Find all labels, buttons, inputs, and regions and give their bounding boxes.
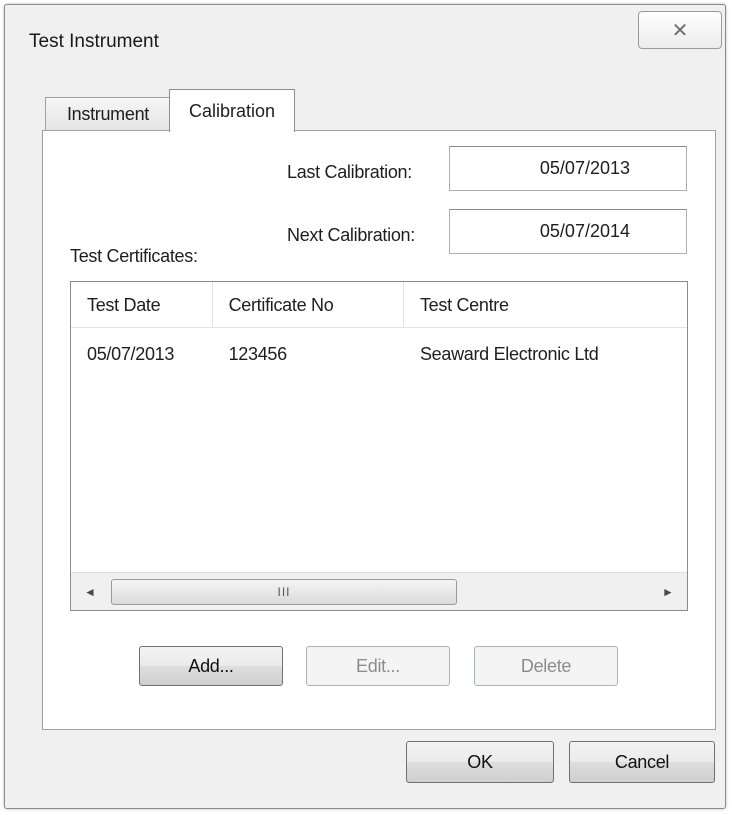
tab-calibration-label: Calibration xyxy=(188,100,276,121)
cell-certificate-no: 123456 xyxy=(228,343,288,364)
last-calibration-field[interactable]: 05/07/2013 xyxy=(449,146,687,191)
close-icon: ✕ xyxy=(671,19,689,42)
list-header: Test Date Certificate No Test Centre xyxy=(71,282,687,328)
last-calibration-label: Last Calibration: xyxy=(287,162,412,182)
delete-button[interactable]: Delete xyxy=(474,646,618,686)
scroll-left-icon: ◄ xyxy=(84,585,96,599)
horizontal-scrollbar[interactable]: ◄ III ► xyxy=(71,572,687,610)
grip-icon: III xyxy=(277,585,291,599)
scroll-thumb[interactable]: III xyxy=(111,579,457,605)
cancel-button[interactable]: Cancel xyxy=(569,741,715,783)
column-header-test-centre[interactable]: Test Centre xyxy=(404,282,687,328)
tab-instrument-label: Instrument xyxy=(66,104,150,124)
scroll-right-button[interactable]: ► xyxy=(649,573,687,610)
ok-button[interactable]: OK xyxy=(406,741,554,783)
cell-test-date: 05/07/2013 xyxy=(87,343,175,364)
scroll-right-icon: ► xyxy=(662,585,674,599)
tab-calibration[interactable]: Calibration xyxy=(169,89,295,132)
table-row[interactable]: 05/07/2013 123456 Seaward Electronic Ltd xyxy=(71,334,687,374)
certificates-list[interactable]: Test Date Certificate No Test Centre 05/… xyxy=(70,281,688,611)
add-button[interactable]: Add... xyxy=(139,646,283,686)
test-certificates-label: Test Certificates: xyxy=(70,246,198,266)
last-calibration-value: 05/07/2013 xyxy=(539,158,630,178)
scroll-left-button[interactable]: ◄ xyxy=(71,573,109,610)
close-button[interactable]: ✕ xyxy=(638,11,722,49)
next-calibration-field[interactable]: 05/07/2014 xyxy=(449,209,687,254)
column-header-test-date[interactable]: Test Date xyxy=(71,282,213,328)
column-header-certificate-no[interactable]: Certificate No xyxy=(213,282,404,328)
cell-test-centre: Seaward Electronic Ltd xyxy=(419,343,599,364)
next-calibration-label: Next Calibration: xyxy=(287,225,415,245)
dialog-title: Test Instrument xyxy=(29,31,159,52)
edit-button[interactable]: Edit... xyxy=(306,646,450,686)
next-calibration-value: 05/07/2014 xyxy=(539,221,630,241)
tab-instrument[interactable]: Instrument xyxy=(45,97,171,131)
